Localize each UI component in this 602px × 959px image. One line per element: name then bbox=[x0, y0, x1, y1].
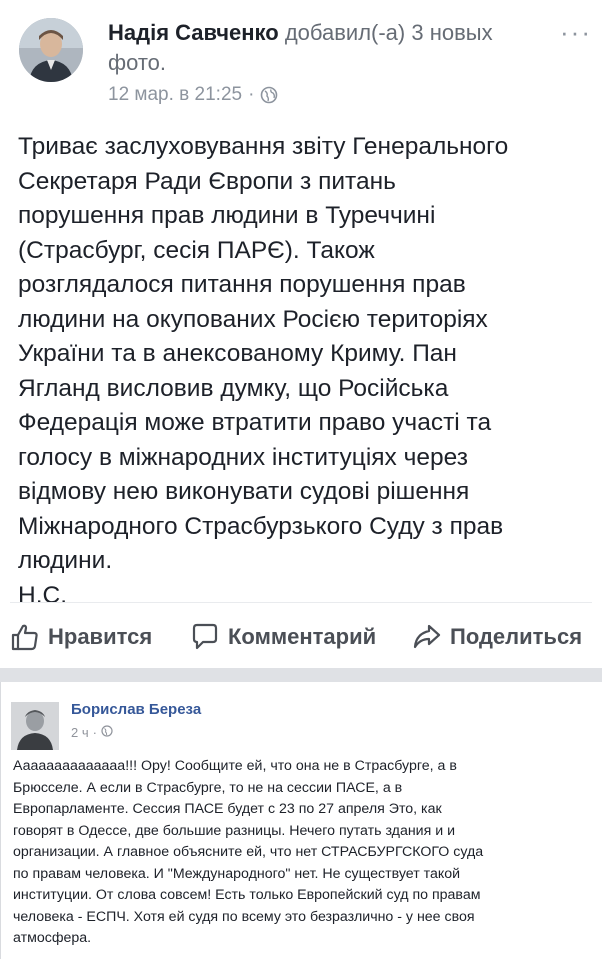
post-body-line: Міжнародного Страсбурзького Суду з прав bbox=[18, 512, 504, 540]
post-body-line: порушення прав людини в Туреччині bbox=[18, 202, 436, 229]
post-card: Борислав Береза 2 ч · Аааааааааааааа!!! … bbox=[0, 682, 602, 959]
post-body-line: Европарламенте. Сессия ПАСЕ будет с 23 п… bbox=[13, 801, 442, 817]
post-body: Триває заслуховування звіту Генерального… bbox=[18, 130, 598, 613]
post-timestamp[interactable]: 2 ч bbox=[71, 725, 89, 740]
post-body-line: людини на окупованих Росією територіях bbox=[18, 305, 488, 333]
post-body-line: України та в анексованому Криму. Пан bbox=[18, 340, 457, 367]
share-arrow-icon bbox=[412, 622, 442, 652]
post-meta: 12 мар. в 21:25 · bbox=[108, 84, 278, 106]
post-card: Надія Савченко добавил(-а) 3 новых фото.… bbox=[0, 0, 602, 668]
post-body-line: говорят в Одессе, две большие разницы. Н… bbox=[13, 822, 456, 839]
globe-icon bbox=[260, 86, 278, 104]
divider bbox=[10, 602, 592, 603]
author-avatar[interactable] bbox=[11, 702, 59, 750]
post-actions-bar: Нравится Комментарий Поделиться bbox=[0, 618, 602, 662]
like-label: Нравится bbox=[48, 624, 153, 649]
post-body-line: Федерація може втратити право участі та bbox=[18, 409, 492, 436]
post-header: Надія Савченко добавил(-а) 3 новых фото. bbox=[108, 18, 528, 78]
speech-bubble-icon bbox=[190, 622, 220, 652]
avatar-photo bbox=[19, 18, 83, 82]
post-body-line: институции. От слова совсем! Есть только… bbox=[13, 887, 481, 903]
post-body-line: Секретаря Ради Європи з питань bbox=[18, 167, 396, 195]
author-name[interactable]: Борислав Береза bbox=[71, 701, 201, 718]
thumbs-up-icon bbox=[10, 622, 40, 652]
post-body-line: человека - ЕСПЧ. Хотя ей судя по всему э… bbox=[13, 908, 475, 925]
post-body-line: відмову нею виконувати судові рішення bbox=[18, 478, 470, 505]
meta-separator: · bbox=[248, 84, 255, 105]
more-options-button[interactable]: ··· bbox=[560, 19, 592, 45]
share-label: Поделиться bbox=[450, 624, 583, 649]
post-body-line: Брюсселе. А если в Страсбурге, то не на … bbox=[13, 779, 403, 796]
author-avatar[interactable] bbox=[19, 18, 83, 82]
feed-gap bbox=[0, 668, 602, 682]
like-button[interactable]: Нравится bbox=[10, 622, 152, 652]
post-timestamp[interactable]: 12 мар. в 21:25 bbox=[108, 84, 242, 106]
post-body-line: (Страсбург, сесія ПАРЄ). Також bbox=[18, 236, 375, 264]
post-body-line: голосу в міжнародних інституціях через bbox=[18, 443, 468, 471]
avatar-photo bbox=[11, 702, 59, 750]
share-button[interactable]: Поделиться bbox=[412, 622, 582, 652]
post-body-line: Ягланд висловив думку, що Російська bbox=[18, 374, 449, 402]
post-body-line: Триває заслуховування звіту Генерального bbox=[18, 133, 509, 160]
post-body-line: организации. А главное объясните ей, что… bbox=[13, 844, 484, 860]
post-body-line: розглядалося питання порушення прав bbox=[18, 271, 466, 298]
comment-label: Комментарий bbox=[228, 624, 377, 649]
meta-separator: · bbox=[92, 725, 97, 740]
post-signature: Н.С. bbox=[18, 581, 67, 609]
post-body-line: по правам человека. И "Международного" н… bbox=[13, 865, 461, 882]
post-body-line: Аааааааааааааа!!! Ору! Сообщите ей, что … bbox=[13, 758, 457, 774]
comment-button[interactable]: Комментарий bbox=[190, 622, 376, 652]
post-body: Аааааааааааааа!!! Ору! Сообщите ей, что … bbox=[13, 756, 593, 950]
post-body-line: атмосфера. bbox=[13, 930, 92, 946]
post-meta: 2 ч · bbox=[71, 725, 113, 740]
globe-icon bbox=[101, 725, 113, 740]
author-name[interactable]: Надія Савченко bbox=[108, 20, 279, 45]
post-body-line: людини. bbox=[18, 547, 113, 574]
